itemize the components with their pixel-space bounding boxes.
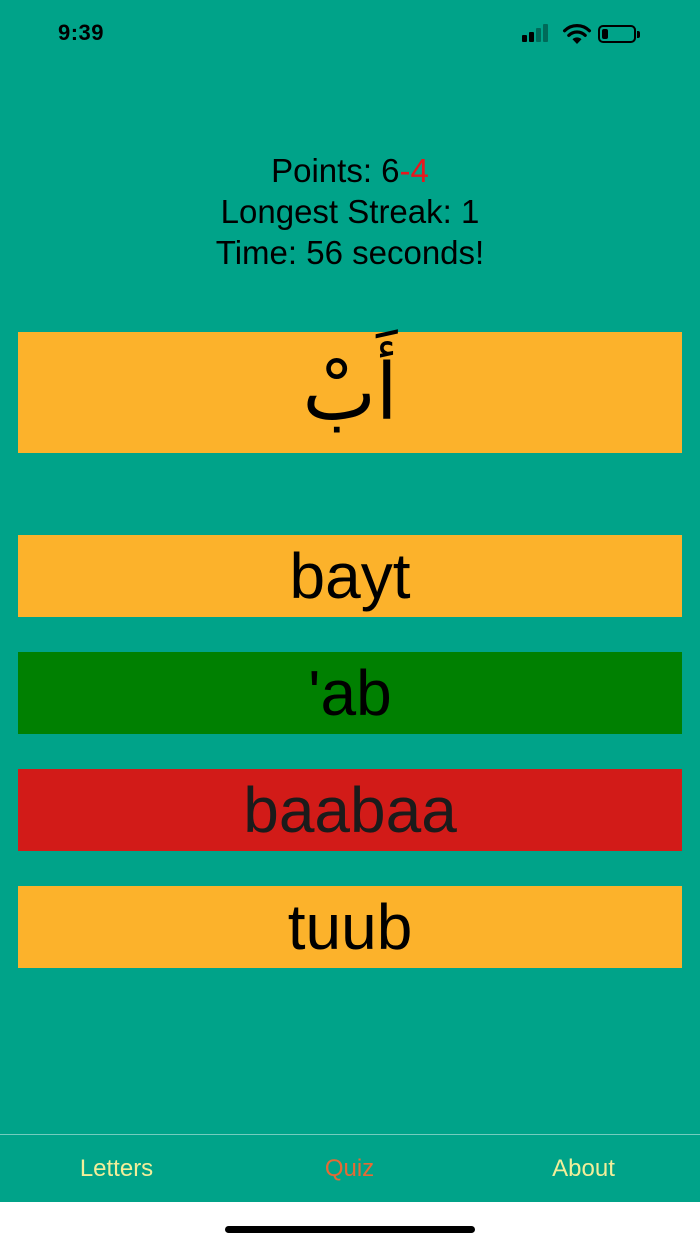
answer-option-baabaa[interactable]: baabaa — [18, 769, 682, 851]
elapsed-time: Time: 56 seconds! — [215, 234, 485, 271]
wifi-icon — [563, 24, 591, 44]
arabic-prompt-card: أَبْ — [18, 332, 682, 453]
answer-option-tuub[interactable]: tuub — [18, 886, 682, 968]
arabic-prompt-text: أَبْ — [302, 347, 398, 438]
answer-option-ab[interactable]: 'ab — [18, 652, 682, 734]
tab-letters[interactable]: Letters — [0, 1135, 233, 1203]
answer-option-bayt[interactable]: bayt — [18, 535, 682, 617]
home-indicator[interactable] — [225, 1226, 475, 1233]
points-correct: 6 — [381, 152, 400, 189]
points-separator: - — [399, 152, 411, 189]
quiz-screen: 9:39 Points: 6-4 Longest Streak: 1 Time:… — [0, 0, 700, 1202]
longest-streak: Longest Streak: 1 — [220, 193, 480, 230]
points-wrong: 4 — [410, 152, 429, 189]
tab-quiz[interactable]: Quiz — [233, 1135, 466, 1203]
status-time: 9:39 — [58, 20, 105, 45]
points-label: Points: — [271, 152, 382, 189]
battery-icon — [598, 25, 640, 43]
tab-about[interactable]: About — [467, 1135, 700, 1203]
score-summary: Points: 6-4 Longest Streak: 1 Time: 56 s… — [0, 150, 700, 273]
tab-bar: Letters Quiz About — [0, 1134, 700, 1202]
points-line: Points: 6-4 — [0, 150, 700, 191]
